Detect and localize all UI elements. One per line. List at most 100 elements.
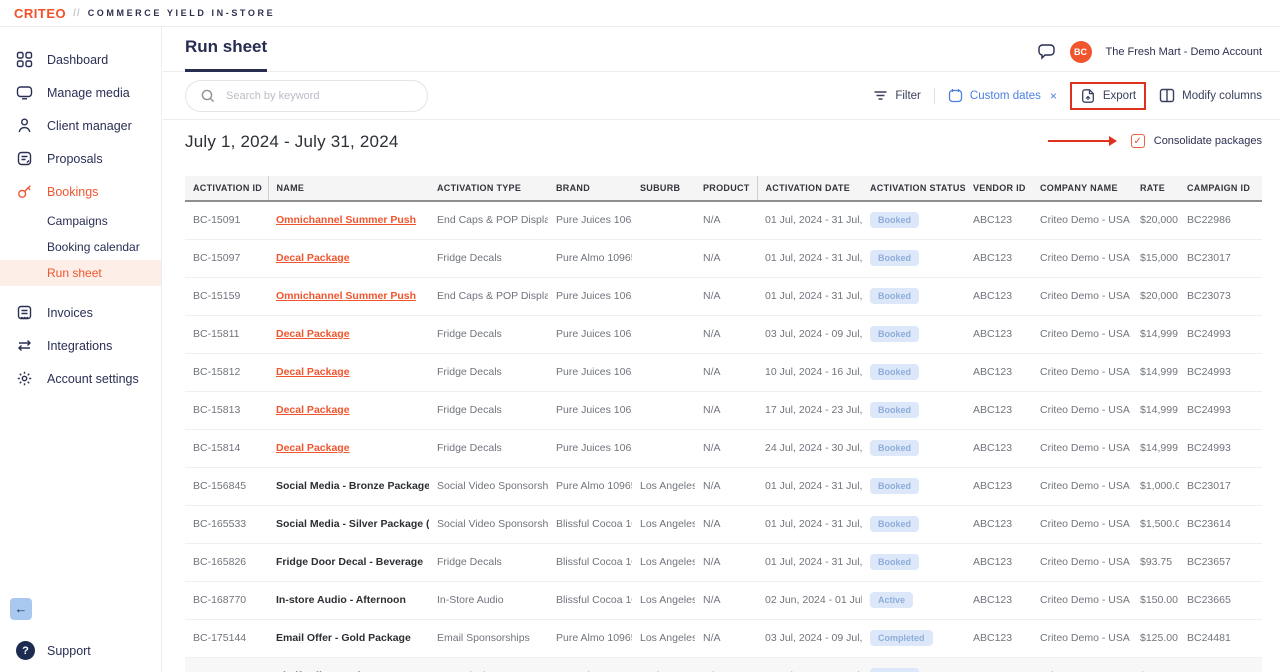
status-badge: Booked	[870, 668, 919, 672]
cell-product: N/A	[695, 467, 757, 505]
sidebar-item-label: Client manager	[47, 119, 132, 133]
sidebar-item-bookings[interactable]: Bookings	[0, 175, 161, 208]
cell-rate: $14,999.99	[1132, 429, 1179, 467]
column-header-activation-id[interactable]: Activation ID▲	[185, 176, 268, 201]
column-header-activation-status[interactable]: Activation Status	[862, 176, 965, 201]
column-header-company-name[interactable]: Company Name	[1032, 176, 1132, 201]
cell-product: N/A	[695, 391, 757, 429]
account-name[interactable]: The Fresh Mart - Demo Account	[1106, 46, 1263, 58]
search-input[interactable]	[226, 90, 413, 102]
booking-name-link[interactable]: Decal Package	[276, 404, 350, 416]
custom-dates-chip[interactable]: Custom dates ×	[948, 88, 1057, 103]
booking-name-link[interactable]: Decal Package	[276, 328, 350, 340]
consolidate-packages-toggle[interactable]: ✓ Consolidate packages	[1131, 134, 1262, 148]
page-title: Run sheet	[185, 37, 267, 72]
cell-brand: Pure Juices 10629	[548, 315, 632, 353]
close-icon[interactable]: ×	[1050, 89, 1057, 103]
column-header-suburb[interactable]: Suburb	[632, 176, 695, 201]
table-row: BC-15813Decal PackageFridge DecalsPure J…	[185, 391, 1262, 429]
collapse-sidebar-button[interactable]: ←	[10, 598, 32, 620]
booking-name-link[interactable]: Decal Package	[276, 366, 350, 378]
cell-vendor: ABC123	[965, 657, 1032, 672]
main-content: Run sheet BC The Fresh Mart - Demo Accou…	[163, 27, 1280, 672]
chat-icon[interactable]	[1037, 43, 1056, 61]
sidebar-item-integrations[interactable]: Integrations	[0, 329, 161, 362]
sidebar-subitem-label: Campaigns	[47, 214, 108, 228]
search-icon	[200, 88, 216, 104]
cell-suburb	[632, 201, 695, 239]
status-badge: Booked	[870, 364, 919, 380]
cell-date: 01 Jul, 2024 - 31 Jul, 2024	[757, 201, 862, 239]
cell-type: Fridge Decals	[429, 543, 548, 581]
column-header-activation-type[interactable]: Activation Type	[429, 176, 548, 201]
cell-id: BC-165533	[185, 505, 268, 543]
cell-suburb: Carlton	[632, 657, 695, 672]
column-header-campaign-id[interactable]: Campaign ID	[1179, 176, 1262, 201]
cell-name: Decal Package	[268, 239, 429, 277]
column-header-rate[interactable]: Rate	[1132, 176, 1179, 201]
sidebar-subitem-campaigns[interactable]: Campaigns	[0, 208, 161, 234]
cell-product: N/A	[695, 353, 757, 391]
cell-company: Criteo Demo - USA	[1032, 239, 1132, 277]
sidebar-item-account-settings[interactable]: Account settings	[0, 362, 161, 395]
cell-rate: $20,000.00	[1132, 277, 1179, 315]
booking-name-link[interactable]: Omnichannel Summer Push	[276, 290, 416, 302]
table-row: BC-165826Fridge Door Decal - BeverageFri…	[185, 543, 1262, 581]
filter-button[interactable]: Filter	[873, 89, 921, 102]
support-button[interactable]: ? Support	[16, 641, 91, 660]
sidebar-subitem-label: Booking calendar	[47, 240, 140, 254]
sidebar-item-manage-media[interactable]: Manage media	[0, 76, 161, 109]
column-header-brand[interactable]: Brand	[548, 176, 632, 201]
cell-product: N/A	[695, 505, 757, 543]
cell-name: Social Media - Silver Package (video)	[268, 505, 429, 543]
booking-name-link[interactable]: Decal Package	[276, 252, 350, 264]
filter-icon	[873, 89, 888, 102]
product-name: COMMERCE YIELD IN-STORE	[88, 8, 275, 18]
status-badge: Active	[870, 592, 913, 608]
cell-company: Criteo Demo - USA	[1032, 277, 1132, 315]
cell-date: 03 Jul, 2024 - 09 Jul, 2024	[757, 315, 862, 353]
cell-date: 17 Jul, 2024 - 23 Jul, 2024	[757, 391, 862, 429]
top-bar: CRITEO // COMMERCE YIELD IN-STORE	[0, 0, 1280, 27]
cell-vendor: ABC123	[965, 619, 1032, 657]
cell-brand: Pure Almo 10965	[548, 619, 632, 657]
question-icon: ?	[16, 641, 35, 660]
cell-vendor: ABC123	[965, 315, 1032, 353]
cell-vendor: ABC123	[965, 543, 1032, 581]
sidebar-item-client-manager[interactable]: Client manager	[0, 109, 161, 142]
cell-name: Decal Package	[268, 315, 429, 353]
booking-name-link[interactable]: Omnichannel Summer Push	[276, 214, 416, 226]
table-row: BC-15097Decal PackageFridge DecalsPure A…	[185, 239, 1262, 277]
cell-name: Omnichannel Summer Push	[268, 277, 429, 315]
cell-company: Criteo Demo - USA	[1032, 315, 1132, 353]
cell-company: Criteo Demo - USA	[1032, 353, 1132, 391]
cell-campaign: BC23073	[1179, 277, 1262, 315]
run-sheet-table: Activation ID▲NameActivation TypeBrandSu…	[185, 176, 1262, 672]
column-header-activation-date[interactable]: Activation Date	[757, 176, 862, 201]
avatar[interactable]: BC	[1070, 41, 1092, 63]
sidebar-item-proposals[interactable]: Proposals	[0, 142, 161, 175]
booking-name: In-store Audio - Afternoon	[276, 594, 406, 606]
table-row: BC-15811Decal PackageFridge DecalsPure J…	[185, 315, 1262, 353]
sidebar-subitem-booking-calendar[interactable]: Booking calendar	[0, 234, 161, 260]
cell-vendor: ABC123	[965, 201, 1032, 239]
sidebar-subitem-run-sheet[interactable]: Run sheet	[0, 260, 161, 286]
cell-status: Booked	[862, 239, 965, 277]
sidebar-item-dashboard[interactable]: Dashboard	[0, 43, 161, 76]
consolidate-checkbox[interactable]: ✓	[1131, 134, 1145, 148]
export-button[interactable]: Export	[1080, 88, 1136, 104]
clipboard-icon	[16, 150, 33, 167]
column-header-name[interactable]: Name	[268, 176, 429, 201]
cell-product: N/A	[695, 315, 757, 353]
cell-campaign: BC24536	[1179, 657, 1262, 672]
booking-name-link[interactable]: Decal Package	[276, 442, 350, 454]
column-header-product[interactable]: Product	[695, 176, 757, 201]
export-icon	[1080, 88, 1096, 104]
cell-suburb	[632, 277, 695, 315]
cell-vendor: ABC123	[965, 505, 1032, 543]
table-row: BC-175144Email Offer - Gold PackageEmail…	[185, 619, 1262, 657]
column-header-vendor-id[interactable]: Vendor ID	[965, 176, 1032, 201]
modify-columns-button[interactable]: Modify columns	[1159, 88, 1262, 103]
divider	[934, 88, 935, 104]
sidebar-item-invoices[interactable]: Invoices	[0, 296, 161, 329]
